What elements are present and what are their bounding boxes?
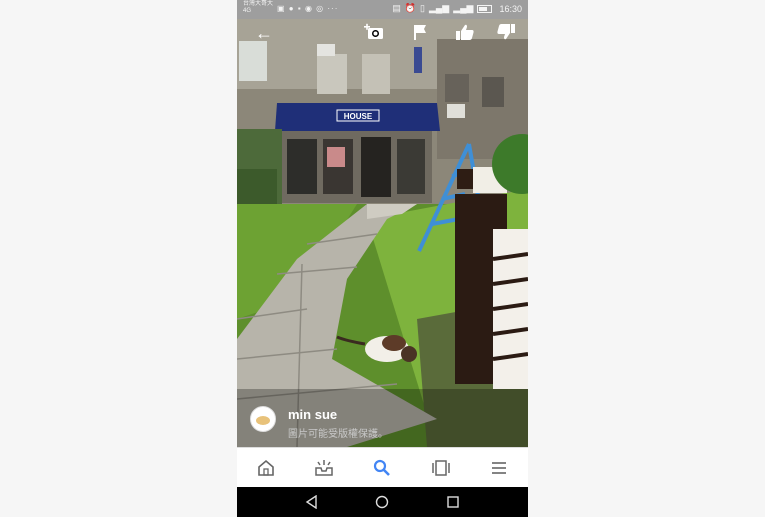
- add-photo-icon[interactable]: [363, 23, 385, 43]
- record-icon: ◉: [304, 4, 313, 13]
- back-arrow-icon[interactable]: ←: [253, 23, 275, 43]
- phone-screen: 台灣大哥大 4G ▣ ● ▪ ◉ ◎ ··· ▤ ⏰ ▯ ▂▄▆ ▂▄▆ 16:…: [237, 0, 528, 517]
- thumbs-up-icon[interactable]: [454, 23, 476, 43]
- store-sign: HOUSE: [344, 112, 373, 121]
- dots-icon: ···: [327, 4, 339, 13]
- home-circle-icon[interactable]: [372, 492, 392, 512]
- signal-icon: ▂▄▆: [429, 3, 450, 13]
- collections-icon[interactable]: [421, 453, 461, 483]
- photo-top-bar: ←: [237, 19, 528, 47]
- battery-icon: [477, 4, 493, 13]
- status-bar: 台灣大哥大 4G ▣ ● ▪ ◉ ◎ ··· ▤ ⏰ ▯ ▂▄▆ ▂▄▆ 16:…: [237, 0, 528, 19]
- nfc-icon: ▤: [392, 3, 401, 13]
- system-navigation-bar: [237, 487, 528, 517]
- explore-icon[interactable]: [246, 453, 286, 483]
- system-status-icons: ▤ ⏰ ▯ ▂▄▆ ▂▄▆ 16:30: [392, 3, 522, 14]
- network-type: 4G: [243, 8, 252, 14]
- flag-icon[interactable]: [409, 23, 431, 43]
- vibrate-icon: ▯: [420, 3, 425, 13]
- photo-caption: min sue 圖片可能受版權保護。: [237, 398, 528, 448]
- copyright-notice: 圖片可能受版權保護。: [288, 429, 388, 440]
- author-name[interactable]: min sue: [288, 407, 337, 422]
- photo-viewer[interactable]: HOUSE: [237, 19, 528, 447]
- street-photo: HOUSE: [237, 19, 528, 447]
- status-time: 16:30: [499, 3, 522, 14]
- updates-icon[interactable]: [304, 453, 344, 483]
- author-avatar[interactable]: [250, 406, 276, 432]
- search-icon[interactable]: [362, 453, 402, 483]
- notification-icons: ▣ ● ▪ ◉ ◎ ···: [277, 4, 338, 13]
- menu-icon[interactable]: [479, 453, 519, 483]
- thumbs-down-icon[interactable]: [495, 23, 517, 43]
- carrier-name: 台灣大哥大: [243, 1, 274, 7]
- location-icon: ◎: [316, 4, 325, 13]
- bottom-navigation: [237, 447, 528, 488]
- image-icon: ▣: [277, 4, 286, 13]
- recents-square-icon[interactable]: [443, 492, 463, 512]
- chat-icon: ●: [288, 4, 295, 13]
- wifi-icon: ▂▄▆: [453, 3, 474, 13]
- back-triangle-icon[interactable]: [302, 492, 322, 512]
- alarm-icon: ⏰: [404, 3, 417, 13]
- carrier-label: 台灣大哥大 4G: [243, 1, 273, 15]
- message-icon: ▪: [297, 4, 302, 13]
